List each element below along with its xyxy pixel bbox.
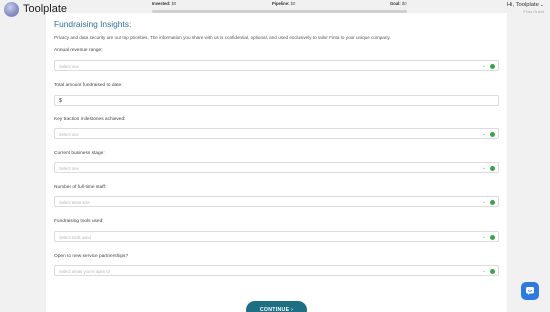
service-partnerships-select[interactable]: Select areas you're open to ⌄ bbox=[54, 265, 499, 276]
invested-stat: Invested: $0 bbox=[152, 1, 177, 6]
chat-launcher-button[interactable] bbox=[521, 282, 539, 300]
annual-revenue-select[interactable]: Select one ⌄ bbox=[54, 60, 499, 71]
select-placeholder: Select areas you're open to bbox=[59, 268, 110, 274]
page-title: Fundraising Insights: bbox=[54, 19, 132, 29]
fundraising-tools-select[interactable]: Select tools used ⌄ bbox=[54, 231, 499, 242]
check-status-icon bbox=[490, 63, 495, 69]
check-status-icon bbox=[490, 199, 495, 205]
privacy-description: Privacy and data security are our top pr… bbox=[54, 35, 391, 40]
check-status-icon bbox=[490, 165, 495, 171]
select-placeholder: Select one bbox=[59, 131, 79, 137]
goal-stat: Goal: $0 bbox=[390, 1, 407, 6]
total-fundraised-label: Total amount fundraised to date: bbox=[54, 83, 123, 88]
traction-milestones-label: Key traction milestones achieved: bbox=[54, 117, 126, 122]
user-greeting: Hi, Toolplate bbox=[507, 2, 539, 8]
user-subtext: Finta Guest bbox=[523, 9, 544, 14]
chevron-down-icon: ⌄ bbox=[481, 267, 486, 274]
form-card: Fundraising Insights: Privacy and data s… bbox=[46, 13, 507, 312]
select-placeholder: Select one bbox=[59, 165, 79, 171]
check-status-icon bbox=[490, 131, 495, 137]
pipeline-stat: Pipeline: $0 bbox=[272, 1, 296, 6]
chevron-down-icon[interactable]: ⌄ bbox=[540, 2, 544, 8]
chevron-down-icon: ⌄ bbox=[481, 233, 486, 240]
select-placeholder: Select tools used bbox=[59, 234, 91, 240]
fundraising-progress: Invested: $0 Pipeline: $0 Goal: $0 bbox=[152, 1, 407, 13]
chevron-down-icon: ⌄ bbox=[481, 164, 486, 171]
check-status-icon bbox=[490, 268, 495, 274]
staff-count-label: Number of full-time staff: bbox=[54, 185, 107, 190]
continue-button[interactable]: CONTINUE › bbox=[246, 301, 307, 312]
total-fundraised-input[interactable]: $ bbox=[54, 95, 499, 106]
chat-icon bbox=[526, 287, 534, 295]
user-menu[interactable]: Hi, Toolplate⌄ Finta Guest bbox=[507, 2, 544, 14]
traction-milestones-select[interactable]: Select one ⌄ bbox=[54, 128, 499, 139]
select-placeholder: Select team size bbox=[59, 199, 90, 205]
chevron-down-icon: ⌄ bbox=[481, 62, 486, 69]
chevron-down-icon: ⌄ bbox=[481, 130, 486, 137]
select-placeholder: Select one bbox=[59, 63, 79, 69]
staff-count-select[interactable]: Select team size ⌄ bbox=[54, 196, 499, 207]
annual-revenue-label: Annual revenue range: bbox=[54, 48, 103, 53]
business-stage-select[interactable]: Select one ⌄ bbox=[54, 162, 499, 173]
toolplate-logo-icon[interactable] bbox=[4, 2, 19, 17]
fundraising-tools-label: Fundraising tools used: bbox=[54, 219, 104, 224]
check-status-icon bbox=[490, 234, 495, 240]
currency-value: $ bbox=[59, 98, 62, 104]
chevron-down-icon: ⌄ bbox=[481, 198, 486, 205]
service-partnerships-label: Open to new service partnerships? bbox=[54, 254, 129, 259]
business-stage-label: Current business stage: bbox=[54, 151, 105, 156]
